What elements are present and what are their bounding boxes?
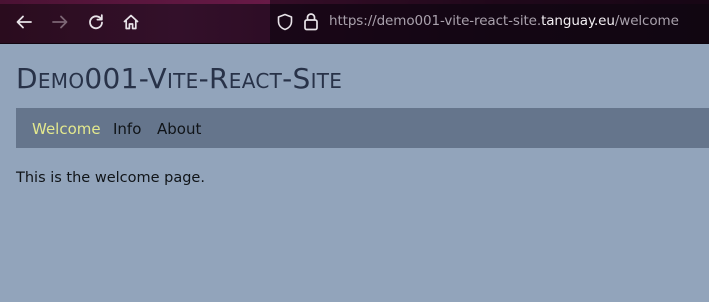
lock-icon [304, 13, 318, 31]
nav-link-info[interactable]: Info [113, 120, 141, 138]
browser-toolbar: https://demo001-vite-react-site.tanguay.… [0, 0, 709, 44]
home-icon [123, 14, 139, 30]
url-host: tanguay.eu [541, 13, 615, 29]
arrow-left-icon [16, 15, 32, 29]
main-nav: Welcome Info About [16, 108, 709, 148]
url-prefix: https://demo001-vite-react-site. [329, 13, 542, 29]
tracking-protection-button[interactable] [276, 13, 294, 31]
address-bar[interactable]: https://demo001-vite-react-site.tanguay.… [270, 0, 709, 44]
page-content-text: This is the welcome page. [16, 170, 205, 186]
nav-link-about[interactable]: About [157, 120, 201, 138]
site-title: Demo001-Vite-React-Site [16, 62, 343, 95]
site-security-button[interactable] [303, 12, 319, 31]
nav-link-welcome[interactable]: Welcome [32, 120, 101, 138]
reload-icon [89, 14, 103, 30]
reload-button[interactable] [86, 12, 106, 32]
arrow-right-icon [52, 15, 68, 29]
url-text[interactable]: https://demo001-vite-react-site.tanguay.… [329, 13, 679, 29]
shield-icon [277, 13, 293, 31]
url-path: /welcome [614, 13, 679, 29]
home-button[interactable] [121, 12, 141, 32]
forward-button[interactable] [50, 12, 70, 32]
back-button[interactable] [14, 12, 34, 32]
